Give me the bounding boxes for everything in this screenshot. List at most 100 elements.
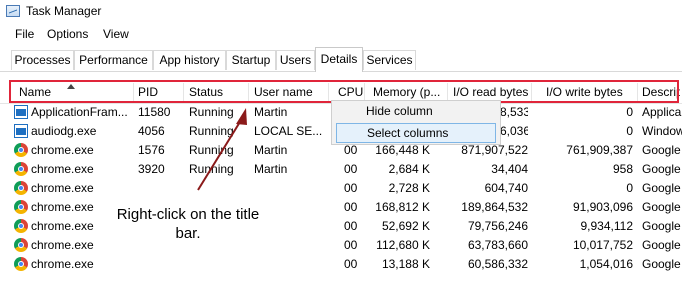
cell-description: Google <box>642 162 681 176</box>
cell-io-write: 9,934,112 <box>580 219 634 233</box>
cell-io-write: 0 <box>626 124 633 138</box>
column-divider[interactable] <box>328 83 329 101</box>
cell-pid: 11580 <box>138 105 171 119</box>
column-context-menu: Hide column Select columns <box>331 100 501 145</box>
cell-memory: 13,188 K <box>381 257 430 271</box>
tab-performance[interactable]: Performance <box>74 50 153 70</box>
cell-io-read: 871,907,522 <box>461 143 528 157</box>
cell-name: chrome.exe <box>31 257 94 271</box>
cell-status: Running <box>189 105 234 119</box>
column-divider[interactable] <box>447 83 448 101</box>
window-title: Task Manager <box>26 4 102 18</box>
column-description[interactable]: Descrip <box>642 85 680 99</box>
cell-io-write: 958 <box>612 162 633 176</box>
menu-bar: File Options View <box>0 25 682 45</box>
cell-memory: 168,812 K <box>375 200 430 214</box>
cell-name: chrome.exe <box>31 143 94 157</box>
cell-cpu: 00 <box>344 162 358 176</box>
table-row[interactable]: chrome.exe 00 13,188 K 60,586,332 1,054,… <box>0 255 682 274</box>
column-cpu[interactable]: CPU <box>338 85 363 99</box>
tab-startup[interactable]: Startup <box>226 50 276 70</box>
column-memory[interactable]: Memory (p... <box>373 85 445 99</box>
menu-view[interactable]: View <box>103 27 129 41</box>
cell-io-write: 0 <box>626 181 633 195</box>
table-row[interactable]: chrome.exe 00 168,812 K 189,864,532 91,9… <box>0 198 682 217</box>
cell-io-write: 1,054,016 <box>579 257 633 271</box>
cell-io-read: 6,036 <box>500 124 528 138</box>
cell-description: Google <box>642 200 681 214</box>
column-user-name[interactable]: User name <box>254 85 313 99</box>
cell-pid: 4056 <box>138 124 165 138</box>
cell-description: Google <box>642 143 681 157</box>
cell-io-read: 8,533 <box>500 105 528 119</box>
chrome-icon <box>14 257 28 271</box>
tab-users[interactable]: Users <box>276 50 315 70</box>
tab-strip: Processes Performance App history Startu… <box>0 47 682 72</box>
column-divider[interactable] <box>637 83 638 101</box>
column-pid[interactable]: PID <box>138 85 158 99</box>
cell-cpu: 00 <box>344 181 358 195</box>
cell-memory: 52,692 K <box>381 219 430 233</box>
cell-io-write: 761,909,387 <box>566 143 633 157</box>
cell-name: chrome.exe <box>31 162 94 176</box>
cell-description: Google <box>642 257 681 271</box>
chrome-icon <box>14 143 28 157</box>
cell-memory: 166,448 K <box>375 143 430 157</box>
column-divider[interactable] <box>248 83 249 101</box>
cell-memory: 112,680 K <box>376 238 430 252</box>
chrome-icon <box>14 181 28 195</box>
column-name[interactable]: Name <box>19 85 51 99</box>
tab-app-history[interactable]: App history <box>153 50 226 70</box>
cell-io-read: 79,756,246 <box>467 219 528 233</box>
window-app-icon <box>14 105 28 119</box>
cell-memory: 2,684 K <box>388 162 430 176</box>
cell-cpu: 00 <box>344 200 358 214</box>
cell-user: LOCAL SE... <box>254 124 323 138</box>
chrome-icon <box>14 162 28 176</box>
cell-pid: 1576 <box>138 143 165 157</box>
cell-status: Running <box>189 162 234 176</box>
cell-user: Martin <box>254 162 288 176</box>
annotation-text: Right-click on the title bar. <box>116 206 260 242</box>
table-row[interactable]: chrome.exe 00 112,680 K 63,783,660 10,01… <box>0 236 682 255</box>
column-divider[interactable] <box>531 83 532 101</box>
column-divider[interactable] <box>183 83 184 101</box>
column-status[interactable]: Status <box>189 85 223 99</box>
cell-cpu: 00 <box>344 238 358 252</box>
cell-io-read: 189,864,532 <box>461 200 528 214</box>
cell-io-read: 63,783,660 <box>467 238 528 252</box>
column-divider[interactable] <box>364 83 365 101</box>
tab-details[interactable]: Details <box>315 47 363 72</box>
table-row[interactable]: chrome.exe 3920 Running Martin 00 2,684 … <box>0 160 682 179</box>
table-row[interactable]: chrome.exe 00 52,692 K 79,756,246 9,934,… <box>0 217 682 236</box>
table-row[interactable]: chrome.exe 00 2,728 K 604,740 0 Google <box>0 179 682 198</box>
cell-cpu: 00 <box>344 219 358 233</box>
menu-options[interactable]: Options <box>47 27 88 41</box>
cell-user: Martin <box>254 105 288 119</box>
cell-io-write: 0 <box>626 105 633 119</box>
cell-description: Google <box>642 181 681 195</box>
cell-memory: 2,728 K <box>388 181 430 195</box>
column-divider[interactable] <box>133 83 134 101</box>
task-manager-icon <box>6 5 20 17</box>
cell-status: Running <box>189 124 234 138</box>
cell-io-write: 91,903,096 <box>572 200 633 214</box>
cell-description: Google <box>642 238 681 252</box>
sort-ascending-icon <box>67 84 75 89</box>
column-io-write-bytes[interactable]: I/O write bytes <box>546 85 623 99</box>
cell-name: chrome.exe <box>31 181 94 195</box>
cell-io-write: 10,017,752 <box>572 238 633 252</box>
menu-file[interactable]: File <box>15 27 34 41</box>
tab-processes[interactable]: Processes <box>11 50 74 70</box>
menu-hide-column[interactable]: Hide column <box>336 102 496 122</box>
cell-name: audiodg.exe <box>31 124 97 138</box>
tab-services[interactable]: Services <box>363 50 416 70</box>
menu-select-columns[interactable]: Select columns <box>336 123 496 143</box>
chrome-icon <box>14 219 28 233</box>
column-io-read-bytes[interactable]: I/O read bytes <box>453 85 528 99</box>
cell-pid: 3920 <box>138 162 165 176</box>
cell-name: ApplicationFram... <box>31 105 128 119</box>
cell-user: Martin <box>254 143 288 157</box>
cell-description: Window <box>642 124 682 138</box>
cell-io-read: 34,404 <box>491 162 528 176</box>
